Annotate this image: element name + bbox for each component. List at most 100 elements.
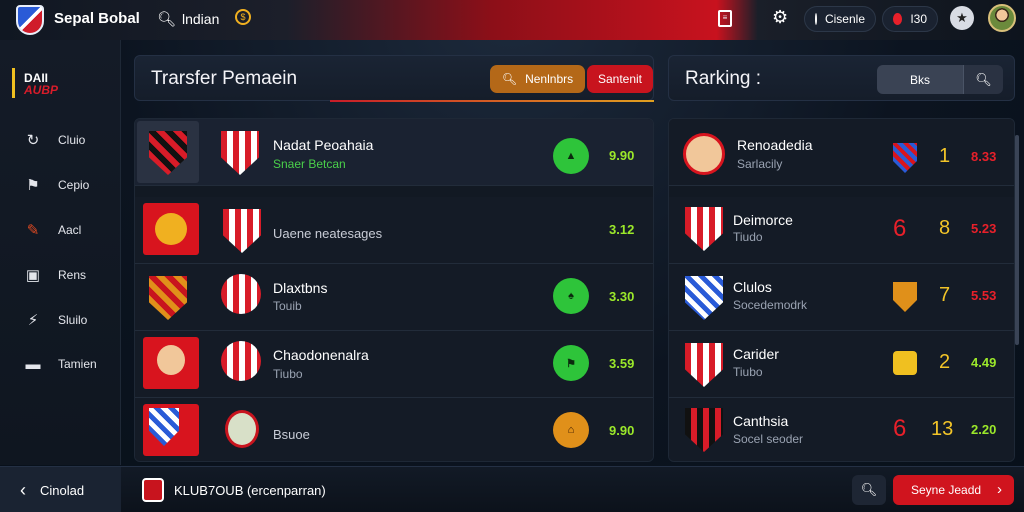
crown-icon [893,351,917,375]
player-subtitle: Tiubo [273,367,303,381]
ranking-search-button[interactable]: 🔍︎ [963,65,1003,94]
player-subtitle: Uaene neatesages [273,226,383,241]
sidebar-item-0[interactable]: ↻ Cluio [24,130,86,150]
club-crest-icon [223,209,261,253]
back-button[interactable]: ‹ Cinolad [0,467,121,512]
transfer-row[interactable]: Chaodonenalra Tiubo ⚑ 3.59 [135,331,653,398]
player-portrait-icon [157,345,185,375]
app-title: Sepal Bobal [54,10,140,27]
sidebar-item-4[interactable]: ⚡︎ Sluilo [24,310,88,330]
player-portrait-icon [683,133,725,175]
sidebar-item-label: Sluilo [58,313,88,327]
player-subtitle: Tiudo [733,230,763,244]
club-crest-icon [221,341,261,381]
rank-percent: 8.33 [971,149,997,164]
rank-percent: 5.53 [971,288,997,303]
ranking-list: Renoadedia Sarlacily 1 8.33 Deimorce Tiu… [668,118,1015,462]
transfer-title: Trarsfer Pemaein [151,68,298,89]
ranking-filter-label: Bks [909,72,930,87]
gear-icon[interactable]: ⚙ [772,7,788,28]
club-crest-icon [685,276,723,320]
rank-number: 2 [939,351,951,373]
ranking-row[interactable]: Clulos Socedemodrk 7 5.53 [669,264,1014,331]
confirm-button[interactable]: Seyne Jeadd › [893,475,1014,505]
lion-icon [155,213,187,245]
currency-pill[interactable]: Cisenle [804,6,876,32]
sort-button[interactable]: Santenit [587,65,653,93]
rank-percent: 4.49 [971,355,997,370]
currency-icon [815,13,817,25]
sidebar-item-label: Tamien [58,357,97,371]
club-crest-icon [225,410,259,448]
ranking-row[interactable]: Carider Tiubo 2 4.49 [669,331,1014,398]
player-subtitle: Bsuoe [273,427,310,442]
coin-icon[interactable]: $ [235,9,251,25]
player-name: Dlaxtbns [273,280,328,296]
club-crest-icon [221,274,261,314]
rank-number: 8 [939,217,951,239]
ranking-row[interactable]: Canthsia Socel seoder 6 13 2.20 [669,398,1014,461]
ranking-filter-dropdown[interactable]: Bks [877,65,963,94]
player-value: 9.90 [609,423,635,438]
star-icon[interactable]: ★ [950,6,974,30]
player-subtitle: Tiubo [733,365,763,379]
ranking-row[interactable]: Deimorce Tiudo 6 8 5.23 [669,197,1014,264]
bottom-bar: ‹ Cinolad KLUB7OUB (ercenparran) 🔍︎ Seyn… [0,466,1024,512]
rank-percent: 2.20 [971,422,997,437]
transfer-row[interactable]: Nadat Peoahaia Snaer Betcan ▲ 9.90 [135,119,653,186]
search-icon: 🔍︎ [975,71,992,87]
ranking-scrollbar[interactable] [1015,135,1019,345]
club-crest-icon [149,276,187,320]
search-icon[interactable]: 🔍︎ [157,10,176,28]
club-crest-icon [221,131,259,175]
rank-number: 13 [931,418,954,440]
club-crest-icon [142,478,164,502]
sidebar-brand-line2: AUBP [24,83,59,97]
player-name: Canthsia [733,413,789,429]
club-status-text: KLUB7OUB (ercenparran) [174,483,326,498]
rank-number-secondary: 6 [893,215,907,242]
sidebar-item-label: Cluio [58,133,86,147]
confirm-button-label: Seyne Jeadd [911,483,982,497]
trophy-badge-icon: ⌂ [553,412,589,448]
rating-badge-icon: ⚑ [553,345,589,381]
transfer-row[interactable]: Uaene neatesages 3.12 [135,197,653,264]
rank-percent: 5.23 [971,221,997,236]
chat-icon: ▬ [25,355,41,373]
player-name: Clulos [733,279,772,295]
app-logo-shield[interactable] [16,5,44,35]
user-avatar[interactable] [988,4,1016,32]
bolt-icon: ⚡︎ [27,312,39,329]
transfer-row[interactable]: Dlaxtbns Touib ♠ 3.30 [135,264,653,331]
sidebar-brand-bar [12,68,15,98]
top-search-text[interactable]: lndian [182,11,219,27]
player-value: 3.59 [609,356,635,371]
ranking-row[interactable]: Renoadedia Sarlacily 1 8.33 [669,119,1014,186]
transfer-accent-line [330,100,654,102]
bottom-search-button[interactable]: 🔍︎ [852,475,886,505]
back-button-label: Cinolad [40,482,85,498]
points-pill-label: I30 [910,12,927,26]
sidebar-item-5[interactable]: ▬ Tamien [24,354,97,374]
player-name: Nadat Peoahaia [273,137,374,153]
filter-button[interactable]: 🔍︎ Nenlnbrs [490,65,585,93]
points-icon [893,13,903,25]
sidebar-item-label: Rens [58,268,87,282]
transfer-row[interactable]: Bsuoe ⌂ 9.90 [135,398,653,461]
clipboard-icon[interactable]: ≡ [718,10,732,27]
sidebar-item-3[interactable]: ▣ Rens [24,265,86,285]
sidebar-item-2[interactable]: ✎ Aacl [24,220,82,240]
rating-badge-icon: ▲ [553,138,589,174]
player-value: 9.90 [609,148,635,163]
points-pill[interactable]: I30 [882,6,938,32]
player-subtitle: Socel seoder [733,432,804,446]
player-value: 3.30 [609,289,635,304]
club-badge-tile [143,203,199,255]
sidebar-item-1[interactable]: ⚑ Cepio [24,175,89,195]
club-crest-icon [149,408,179,446]
sidebar: DAII AUBP ↻ Cluio ⚑ Cepio ✎ Aacl ▣ Rens … [0,40,121,465]
player-subtitle: Snaer Betcan [273,157,346,171]
club-crest-icon [893,282,917,312]
player-subtitle: Sarlacily [737,157,783,171]
flag-icon: ⚑ [26,177,40,194]
